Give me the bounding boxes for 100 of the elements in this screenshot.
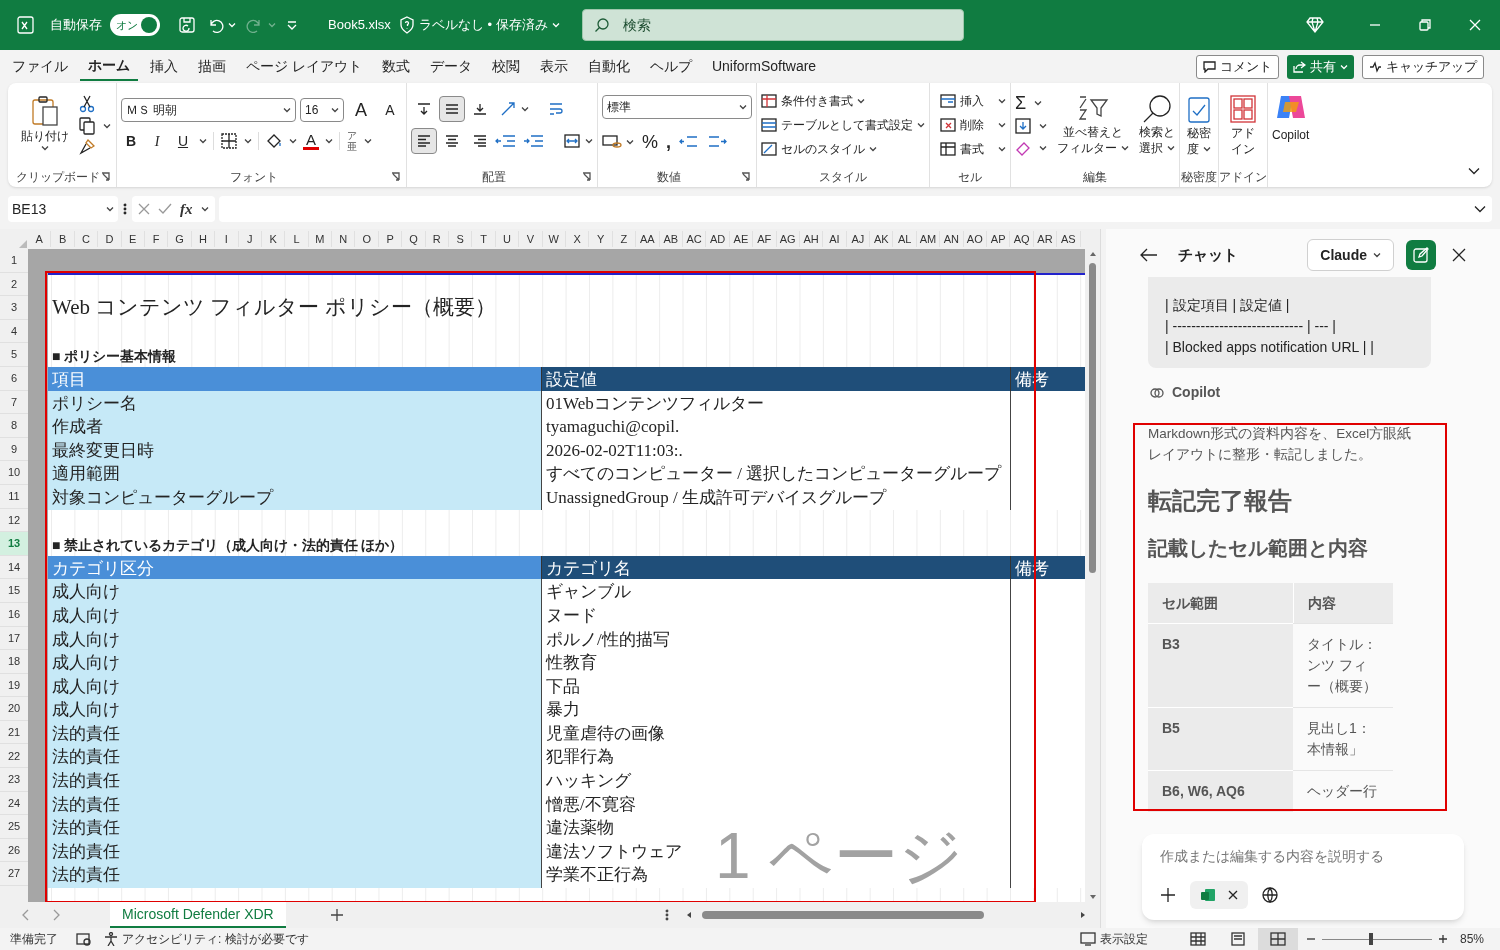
column-header[interactable]: W bbox=[542, 230, 566, 248]
shrink-font-button[interactable]: A bbox=[378, 103, 402, 117]
column-header[interactable]: R bbox=[425, 230, 450, 248]
menu-tab[interactable]: 表示 bbox=[531, 52, 576, 81]
column-header[interactable]: Y bbox=[589, 230, 613, 248]
menu-tab[interactable]: 校閲 bbox=[483, 52, 528, 81]
column-header[interactable]: X bbox=[566, 230, 590, 248]
column-header[interactable]: AC bbox=[682, 230, 707, 248]
row-header[interactable]: 16 bbox=[0, 602, 28, 627]
format-table-button[interactable]: テーブルとして書式設定 bbox=[761, 116, 925, 134]
column-header[interactable]: O bbox=[355, 230, 379, 248]
row-header[interactable]: 7 bbox=[0, 390, 28, 415]
column-header[interactable]: P bbox=[378, 230, 403, 248]
column-header[interactable]: AR bbox=[1033, 230, 1058, 248]
menu-tab[interactable]: データ bbox=[421, 52, 480, 81]
column-header[interactable]: V bbox=[519, 230, 543, 248]
name-box[interactable]: BE13 bbox=[8, 196, 118, 222]
column-header[interactable]: H bbox=[191, 230, 216, 248]
row-header[interactable]: 25 bbox=[0, 815, 28, 839]
display-settings-button[interactable]: 表示設定 bbox=[1079, 930, 1148, 948]
column-header[interactable]: M bbox=[308, 230, 333, 248]
sort-filter-button[interactable]: 並べ替えと フィルター bbox=[1057, 94, 1129, 156]
copilot-button[interactable]: Copilot bbox=[1272, 92, 1310, 144]
sheet-tab[interactable]: Microsoft Defender XDR bbox=[110, 902, 286, 928]
menu-tab[interactable]: ヘルプ bbox=[641, 52, 700, 81]
row-header[interactable]: 2 bbox=[0, 272, 28, 297]
column-header[interactable]: Z bbox=[612, 230, 637, 248]
column-header[interactable]: AQ bbox=[1010, 230, 1034, 248]
conditional-format-button[interactable]: 条件付き書式 bbox=[761, 92, 925, 110]
row-header[interactable]: 18 bbox=[0, 650, 28, 674]
column-header[interactable]: AN bbox=[940, 230, 964, 248]
row-header[interactable]: 26 bbox=[0, 838, 28, 863]
column-header[interactable]: AO bbox=[963, 230, 987, 248]
column-header[interactable]: K bbox=[261, 230, 286, 248]
column-header[interactable]: U bbox=[495, 230, 520, 248]
comma-button[interactable]: , bbox=[666, 128, 672, 156]
column-header[interactable]: AF bbox=[753, 230, 777, 248]
column-header[interactable]: Q bbox=[402, 230, 426, 248]
row-header[interactable]: 22 bbox=[0, 744, 28, 769]
row-header[interactable]: 8 bbox=[0, 414, 28, 438]
number-format-dropdown[interactable]: 標準 bbox=[602, 94, 752, 119]
row-header[interactable]: 12 bbox=[0, 508, 28, 533]
find-select-button[interactable]: 検索と 選択 bbox=[1139, 94, 1175, 156]
row-header[interactable]: 17 bbox=[0, 626, 28, 651]
column-header[interactable]: E bbox=[121, 230, 145, 248]
percent-button[interactable]: % bbox=[642, 128, 658, 156]
underline-button[interactable]: U bbox=[173, 130, 193, 152]
column-header[interactable]: A bbox=[28, 230, 52, 248]
model-dropdown[interactable]: Claude bbox=[1307, 239, 1394, 271]
column-header[interactable]: AJ bbox=[846, 230, 871, 248]
autosave-toggle[interactable]: オン bbox=[110, 14, 160, 36]
row-header[interactable]: 27 bbox=[0, 862, 28, 887]
column-header[interactable]: AE bbox=[729, 230, 754, 248]
insert-function-button[interactable]: fx bbox=[180, 197, 193, 221]
column-header[interactable]: AM bbox=[916, 230, 941, 248]
column-header[interactable]: AH bbox=[799, 230, 824, 248]
row-header[interactable]: 10 bbox=[0, 461, 28, 485]
column-header[interactable]: AP bbox=[987, 230, 1011, 248]
column-header[interactable]: F bbox=[144, 230, 169, 248]
bold-button[interactable]: B bbox=[121, 130, 141, 152]
italic-button[interactable]: I bbox=[147, 130, 167, 152]
row-header[interactable]: 9 bbox=[0, 437, 28, 462]
catch-up-button[interactable]: キャッチアップ bbox=[1362, 54, 1484, 79]
cell-styles-button[interactable]: セルのスタイル bbox=[761, 140, 925, 158]
column-header[interactable]: AI bbox=[823, 230, 847, 248]
row-header[interactable]: 11 bbox=[0, 484, 28, 509]
zoom-level[interactable]: 85% bbox=[1459, 930, 1484, 948]
paste-button[interactable]: 貼り付け bbox=[21, 95, 69, 151]
column-header[interactable]: AK bbox=[870, 230, 894, 248]
column-header[interactable]: AD bbox=[706, 230, 730, 248]
column-header[interactable]: G bbox=[168, 230, 192, 248]
column-header[interactable]: C bbox=[74, 230, 99, 248]
menu-tab[interactable]: ホーム bbox=[80, 52, 138, 81]
share-button[interactable]: 共有 bbox=[1287, 54, 1354, 79]
row-header[interactable]: 14 bbox=[0, 555, 28, 580]
add-ins-button[interactable]: アド イン bbox=[1228, 93, 1258, 157]
comment-button[interactable]: コメント bbox=[1196, 54, 1279, 79]
row-header[interactable]: 19 bbox=[0, 673, 28, 698]
row-header[interactable]: 1 bbox=[0, 249, 28, 273]
column-header[interactable]: B bbox=[51, 230, 75, 248]
font-color-button[interactable]: A bbox=[303, 132, 319, 150]
font-name-dropdown[interactable]: ＭＳ 明朝 bbox=[121, 98, 296, 122]
column-header[interactable]: L bbox=[285, 230, 309, 248]
menu-tab[interactable]: UniformSoftware bbox=[703, 52, 825, 81]
row-header[interactable]: 24 bbox=[0, 791, 28, 816]
font-size-dropdown[interactable]: 16 bbox=[300, 98, 344, 122]
menu-tab[interactable]: 描画 bbox=[190, 52, 234, 81]
column-header[interactable]: AB bbox=[659, 230, 683, 248]
insert-button[interactable]: 挿入 bbox=[940, 92, 1006, 110]
sensitivity-button[interactable]: 秘密 度 bbox=[1184, 93, 1214, 157]
menu-tab[interactable]: 数式 bbox=[373, 52, 418, 81]
menu-tab[interactable]: 挿入 bbox=[142, 52, 186, 81]
menu-tab[interactable]: 自動化 bbox=[579, 52, 638, 81]
column-header[interactable]: AS bbox=[1057, 230, 1081, 248]
row-header[interactable]: 3 bbox=[0, 296, 28, 320]
menu-tab[interactable]: ページ レイアウト bbox=[238, 52, 370, 81]
grow-font-button[interactable]: A bbox=[348, 101, 374, 119]
column-header[interactable]: N bbox=[332, 230, 356, 248]
file-name[interactable]: Book5.xlsx bbox=[328, 15, 391, 35]
autosum-button[interactable]: Σ bbox=[1015, 94, 1027, 112]
